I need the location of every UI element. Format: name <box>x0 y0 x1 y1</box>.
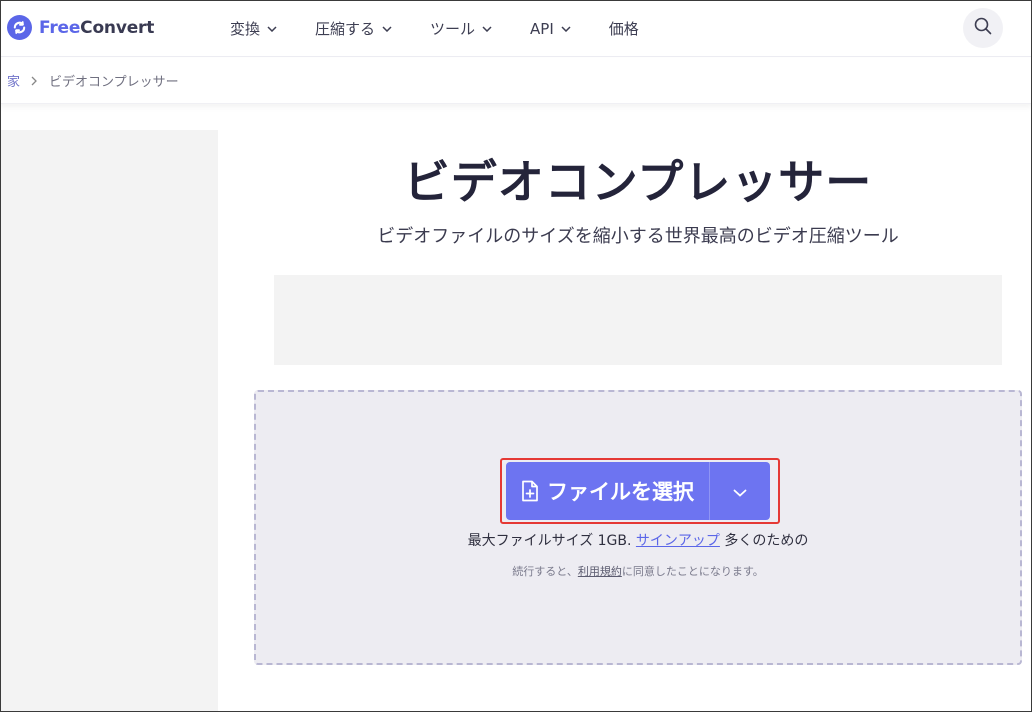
chevron-down-icon <box>733 482 747 501</box>
logo-text-convert: Convert <box>80 17 155 38</box>
chevron-down-icon <box>267 25 277 32</box>
max-size-suffix: 多くのための <box>724 533 809 549</box>
signup-link[interactable]: サインアップ <box>636 533 720 549</box>
chevron-down-icon <box>482 25 492 32</box>
nav-convert[interactable]: 変換 <box>230 18 277 39</box>
logo-text-free: Free <box>39 17 81 38</box>
search-button[interactable] <box>963 8 1003 48</box>
chevron-down-icon <box>561 25 571 32</box>
upload-dropzone[interactable] <box>254 390 1022 665</box>
search-icon <box>974 17 992 39</box>
nav-tools-label: ツール <box>430 20 476 38</box>
breadcrumb: 家 ビデオコンプレッサー <box>0 58 1032 104</box>
choose-file-button[interactable]: ファイルを選択 <box>506 462 710 520</box>
top-header: FreeConvert 変換 圧縮する ツール API 価格 <box>0 0 1032 57</box>
logo-text: FreeConvert <box>39 18 154 38</box>
choose-file-label: ファイルを選択 <box>547 480 694 504</box>
nav-convert-label: 変換 <box>230 20 261 38</box>
logo-refresh-icon <box>7 15 32 40</box>
breadcrumb-current: ビデオコンプレッサー <box>49 75 179 90</box>
max-file-size-text: 最大ファイルサイズ 1GB. サインアップ 多くのための <box>254 530 1022 550</box>
page-subtitle: ビデオファイルのサイズを縮小する世界最高のビデオ圧縮ツール <box>377 226 899 247</box>
page-title: ビデオコンプレッサー <box>403 155 873 209</box>
chevron-down-icon <box>382 25 392 32</box>
file-add-icon <box>521 480 539 502</box>
main-nav: 変換 圧縮する ツール API 価格 <box>230 0 677 57</box>
chevron-right-icon <box>31 76 37 86</box>
left-ad-placeholder <box>1 130 218 712</box>
max-size-prefix: 最大ファイルサイズ 1GB. <box>467 533 632 549</box>
terms-suffix: に同意したことになります。 <box>621 565 764 578</box>
nav-pricing-label: 価格 <box>608 20 639 38</box>
terms-notice: 続行すると、利用規約に同意したことになります。 <box>254 563 1022 579</box>
nav-api[interactable]: API <box>530 20 571 38</box>
upload-source-dropdown[interactable] <box>710 462 770 520</box>
nav-tools[interactable]: ツール <box>430 18 492 39</box>
breadcrumb-home-link[interactable]: 家 <box>7 71 20 90</box>
ad-banner-placeholder <box>274 275 1002 365</box>
terms-of-service-link[interactable]: 利用規約 <box>578 565 622 578</box>
nav-compress[interactable]: 圧縮する <box>315 18 392 39</box>
terms-prefix: 続行すると、 <box>512 565 578 578</box>
nav-pricing[interactable]: 価格 <box>609 18 639 39</box>
freeconvert-logo[interactable]: FreeConvert <box>7 15 154 40</box>
choose-file-button-group: ファイルを選択 <box>506 462 770 520</box>
nav-api-label: API <box>530 19 554 38</box>
nav-compress-label: 圧縮する <box>315 20 376 38</box>
